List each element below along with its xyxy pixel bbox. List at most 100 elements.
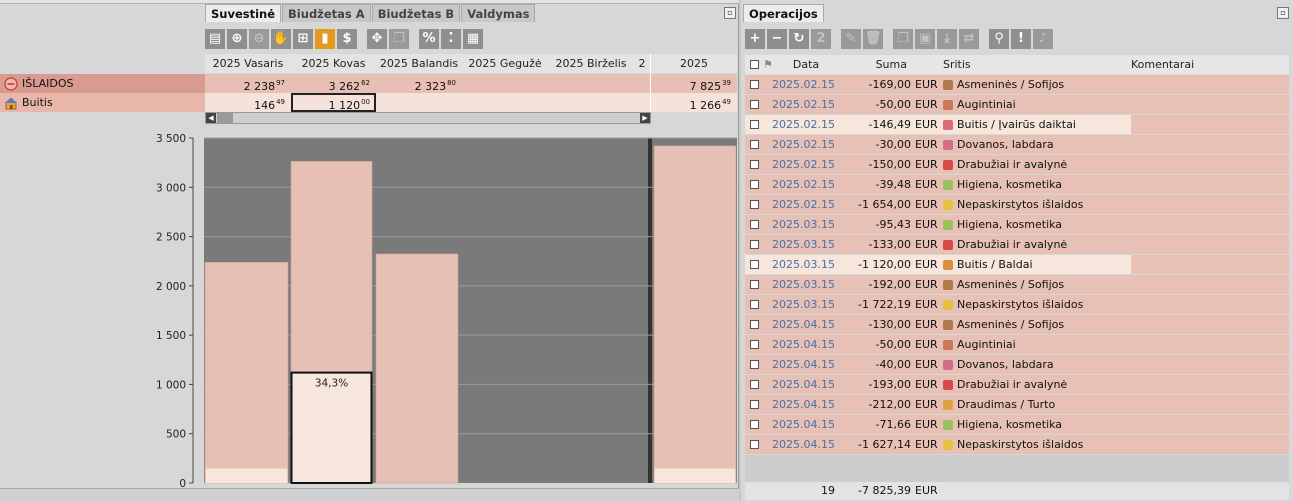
operation-row[interactable]: 2025.02.15 -30,00 EUR Dovanos, labdara (745, 135, 1289, 154)
column-header[interactable]: 2 (634, 54, 651, 73)
operation-comment[interactable] (1131, 95, 1289, 114)
trash-icon[interactable]: 🗑 (863, 29, 883, 49)
tab-biudzetas-a[interactable]: Biudžetas A (282, 4, 371, 22)
column-header[interactable]: 2025 Kovas (291, 54, 376, 73)
scroll-thumb[interactable] (217, 113, 233, 123)
row-checkbox[interactable] (745, 215, 763, 234)
row-checkbox[interactable] (745, 195, 763, 214)
table-cell[interactable]: 1 26649 (651, 93, 737, 112)
operation-comment[interactable] (1131, 195, 1289, 214)
tab-suvestine[interactable]: Suvestinė (205, 4, 282, 22)
tab-biudzetas-b[interactable]: Biudžetas B (371, 4, 461, 22)
operation-comment[interactable] (1131, 295, 1289, 314)
row-checkbox[interactable] (745, 355, 763, 374)
table-row[interactable]: IŠLAIDOS 2 23897 3 26262 2 32380 7 82539 (0, 74, 737, 93)
column-header[interactable]: 2025 Vasaris (205, 54, 291, 73)
operation-comment[interactable] (1131, 275, 1289, 294)
hand-icon[interactable]: ✋ (271, 29, 291, 49)
save-icon[interactable]: ▤ (205, 29, 225, 49)
operation-comment[interactable] (1131, 435, 1289, 454)
operation-row[interactable]: 2025.03.15 -192,00 EUR Asmeninės / Sofijos (745, 275, 1289, 294)
operation-row[interactable]: 2025.04.15 -130,00 EUR Asmeninės / Sofijos (745, 315, 1289, 334)
operation-row[interactable]: 2025.04.15 -50,00 EUR Augintiniai (745, 335, 1289, 354)
horizontal-scrollbar[interactable]: ◀ ▶ (205, 112, 651, 124)
row-checkbox[interactable] (745, 335, 763, 354)
maximize-panel-button[interactable]: ▫ (724, 7, 736, 19)
dollar-icon[interactable]: $ (337, 29, 357, 49)
operation-row[interactable]: 2025.02.15 -50,00 EUR Augintiniai (745, 95, 1289, 114)
operation-row[interactable]: 2025.04.15 -1 627,14 EUR Nepaskirstytos išl… (745, 435, 1289, 454)
operation-row[interactable]: 2025.03.15 -1 722,19 EUR Nepaskirstytos išl… (745, 295, 1289, 314)
operation-row[interactable]: 2025.04.15 -193,00 EUR Drabužiai ir avalynė (745, 375, 1289, 394)
operation-comment[interactable] (1131, 375, 1289, 394)
column-header[interactable]: 2025 Balandis (376, 54, 462, 73)
row-checkbox[interactable] (745, 75, 763, 94)
tab-valdymas[interactable]: Valdymas (461, 4, 536, 22)
column-header[interactable]: 2025 Gegužė (462, 54, 548, 73)
table-cell[interactable] (548, 74, 634, 93)
two-icon[interactable]: 2 (811, 29, 831, 49)
row-checkbox[interactable] (745, 375, 763, 394)
row-checkbox[interactable] (745, 115, 763, 134)
bottom-scrollbar[interactable] (0, 488, 739, 502)
operation-row[interactable]: 2025.04.15 -40,00 EUR Dovanos, labdara (745, 355, 1289, 374)
refresh-icon[interactable]: ⇄ (959, 29, 979, 49)
header-suma[interactable]: Suma (837, 55, 915, 74)
plus-icon[interactable]: + (745, 29, 765, 49)
copy-icon[interactable]: ❐ (389, 29, 409, 49)
row-checkbox[interactable] (745, 395, 763, 414)
scroll-left-icon[interactable]: ◀ (206, 113, 216, 123)
percent-icon[interactable]: % (419, 29, 439, 49)
operation-row[interactable]: 2025.03.15 -133,00 EUR Drabužiai ir avalynė (745, 235, 1289, 254)
copy-icon[interactable]: ❐ (893, 29, 913, 49)
table-cell[interactable]: 2 32380 (376, 74, 462, 93)
operation-row[interactable]: 2025.02.15 -169,00 EUR Asmeninės / Sofijos (745, 75, 1289, 94)
minus-icon[interactable]: − (767, 29, 787, 49)
row-checkbox[interactable] (745, 435, 763, 454)
row-checkbox[interactable] (745, 415, 763, 434)
operation-row[interactable]: 2025.02.15 -1 654,00 EUR Nepaskirstytos išl… (745, 195, 1289, 214)
row-checkbox[interactable] (745, 175, 763, 194)
operation-row[interactable]: 2025.02.15 -39,48 EUR Higiena, kosmetika (745, 175, 1289, 194)
undo-icon[interactable]: ↻ (789, 29, 809, 49)
row-checkbox[interactable] (745, 255, 763, 274)
tree-icon[interactable]: ⊞ (293, 29, 313, 49)
bar-chart-icon[interactable]: ▮ (315, 29, 335, 49)
row-checkbox[interactable] (745, 295, 763, 314)
operation-comment[interactable] (1131, 335, 1289, 354)
operation-comment[interactable] (1131, 235, 1289, 254)
tab-operacijos[interactable]: Operacijos (743, 4, 824, 22)
table-cell[interactable] (634, 93, 651, 112)
column-header[interactable]: 2025 (651, 54, 737, 73)
row-checkbox[interactable] (745, 315, 763, 334)
column-header[interactable]: 2025 Birželis (548, 54, 634, 73)
calculator-icon[interactable]: ▦ (463, 29, 483, 49)
bell-icon[interactable]: ♪ (1033, 29, 1053, 49)
operation-row[interactable]: 2025.02.15 -146,49 EUR Buitis / Įvairūs dai… (745, 115, 1289, 134)
table-cell[interactable] (376, 93, 462, 112)
table-cell[interactable]: 14649 (205, 93, 291, 112)
table-row[interactable]: Buitis 14649 1 12000 1 26649 (0, 93, 737, 112)
move-icon[interactable]: ✥ (367, 29, 387, 49)
operation-row[interactable]: 2025.03.15 -1 120,00 EUR Buitis / Baldai (745, 255, 1289, 274)
row-checkbox[interactable] (745, 155, 763, 174)
search-icon[interactable]: ⚲ (989, 29, 1009, 49)
zoom-out-icon[interactable]: ⊖ (249, 29, 269, 49)
maximize-operations-button[interactable]: ▫ (1277, 7, 1289, 19)
table-cell[interactable] (634, 74, 651, 93)
operation-comment[interactable] (1131, 355, 1289, 374)
operation-comment[interactable] (1131, 135, 1289, 154)
table-cell[interactable]: 7 82539 (651, 74, 737, 93)
operation-comment[interactable] (1131, 255, 1289, 274)
row-checkbox[interactable] (745, 95, 763, 114)
selected-table-cell[interactable]: 1 12000 (291, 93, 376, 112)
operation-comment[interactable] (1131, 175, 1289, 194)
table-cell[interactable] (548, 93, 634, 112)
operation-comment[interactable] (1131, 75, 1289, 94)
operation-row[interactable]: 2025.03.15 -95,43 EUR Higiena, kosmetika (745, 215, 1289, 234)
operation-comment[interactable] (1131, 395, 1289, 414)
scroll-right-icon[interactable]: ▶ (640, 113, 650, 123)
edit-icon[interactable]: ✎ (841, 29, 861, 49)
row-checkbox[interactable] (745, 135, 763, 154)
header-sritis[interactable]: Sritis (941, 55, 1131, 74)
